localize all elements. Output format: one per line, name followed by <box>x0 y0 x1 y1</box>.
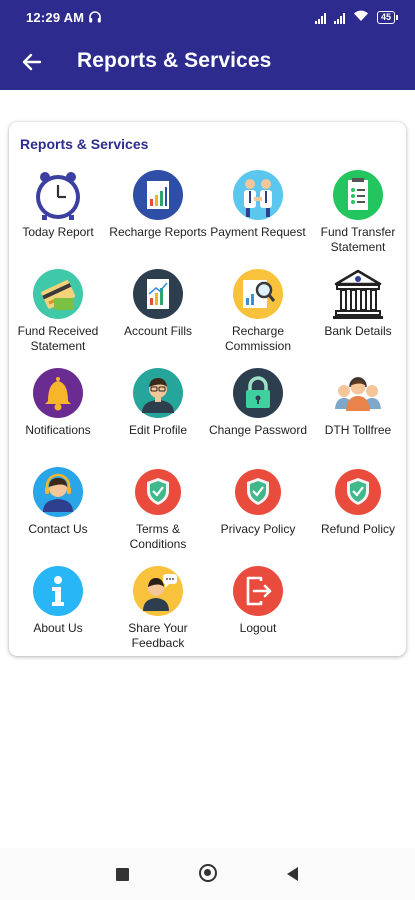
checklist-icon <box>332 169 384 221</box>
nav-back-icon[interactable] <box>287 867 298 881</box>
today-report-item[interactable]: Today Report <box>8 169 108 240</box>
signal-icon <box>314 12 326 24</box>
fund-received-statement-label: Fund Received Statement <box>17 324 99 353</box>
system-nav-bar <box>0 848 415 900</box>
clock-icon <box>32 169 84 221</box>
headphones-icon <box>88 10 102 27</box>
shield-icon <box>332 466 384 518</box>
headset-agent-icon <box>32 466 84 518</box>
change-password-item[interactable]: Change Password <box>208 367 308 438</box>
fund-transfer-statement-item[interactable]: Fund Transfer Statement <box>308 169 408 255</box>
lock-icon <box>232 367 284 419</box>
edit-profile-label: Edit Profile <box>128 423 188 437</box>
feedback-icon <box>132 565 184 617</box>
card-title: Reports & Services <box>20 136 149 152</box>
back-arrow-icon[interactable] <box>18 48 46 76</box>
battery-icon: 45 <box>376 11 399 24</box>
today-report-label: Today Report <box>22 225 94 239</box>
account-fills-item[interactable]: Account Fills <box>108 268 208 339</box>
fund-transfer-statement-label: Fund Transfer Statement <box>320 225 396 254</box>
fund-received-statement-item[interactable]: Fund Received Statement <box>8 268 108 354</box>
magnifier-chart-icon <box>232 268 284 320</box>
privacy-policy-item[interactable]: Privacy Policy <box>208 466 308 537</box>
signal-icon <box>333 12 345 24</box>
logout-item[interactable]: Logout <box>208 565 308 636</box>
notifications-label: Notifications <box>25 423 91 437</box>
support-team-icon <box>332 367 384 419</box>
logout-label: Logout <box>239 621 277 635</box>
bar-chart-icon <box>132 169 184 221</box>
change-password-label: Change Password <box>208 423 308 437</box>
terms-conditions-label: Terms & Conditions <box>129 522 187 551</box>
recents-icon[interactable] <box>116 868 129 881</box>
handshake-icon <box>232 169 284 221</box>
shield-icon <box>132 466 184 518</box>
page-title: Reports & Services <box>77 49 272 72</box>
share-feedback-item[interactable]: Share Your Feedback <box>108 565 208 651</box>
share-feedback-label: Share Your Feedback <box>128 621 188 650</box>
account-fills-label: Account Fills <box>123 324 193 338</box>
recharge-commission-item[interactable]: Recharge Commission <box>208 268 308 354</box>
bank-details-label: Bank Details <box>324 324 392 338</box>
info-icon <box>32 565 84 617</box>
dth-tollfree-item[interactable]: DTH Tollfree <box>308 367 408 438</box>
bank-details-item[interactable]: Bank Details <box>308 268 408 339</box>
payment-request-label: Payment Request <box>210 225 306 239</box>
status-time: 12:29 AM <box>26 10 85 25</box>
contact-us-item[interactable]: Contact Us <box>8 466 108 537</box>
contact-us-label: Contact Us <box>28 522 88 536</box>
home-icon[interactable] <box>199 864 217 882</box>
services-card: Reports & Services Today Report Recharge… <box>9 122 406 656</box>
credit-card-icon <box>32 268 84 320</box>
status-bar: 12:29 AM 45 <box>0 0 415 38</box>
about-us-item[interactable]: About Us <box>8 565 108 636</box>
edit-profile-item[interactable]: Edit Profile <box>108 367 208 438</box>
payment-request-item[interactable]: Payment Request <box>208 169 308 240</box>
about-us-label: About Us <box>33 621 83 635</box>
wifi-icon <box>353 10 369 25</box>
report-chart-icon <box>132 268 184 320</box>
privacy-policy-label: Privacy Policy <box>220 522 296 536</box>
bank-icon <box>332 268 384 320</box>
dth-tollfree-label: DTH Tollfree <box>324 423 392 437</box>
terms-conditions-item[interactable]: Terms & Conditions <box>108 466 208 552</box>
notifications-item[interactable]: Notifications <box>8 367 108 438</box>
person-icon <box>132 367 184 419</box>
logout-icon <box>232 565 284 617</box>
shield-icon <box>232 466 284 518</box>
app-bar: 12:29 AM 45 Reports & Services <box>0 0 415 90</box>
refund-policy-label: Refund Policy <box>320 522 396 536</box>
bell-icon <box>32 367 84 419</box>
recharge-reports-item[interactable]: Recharge Reports <box>108 169 208 240</box>
recharge-commission-label: Recharge Commission <box>224 324 291 353</box>
refund-policy-item[interactable]: Refund Policy <box>308 466 408 537</box>
recharge-reports-label: Recharge Reports <box>109 225 207 239</box>
